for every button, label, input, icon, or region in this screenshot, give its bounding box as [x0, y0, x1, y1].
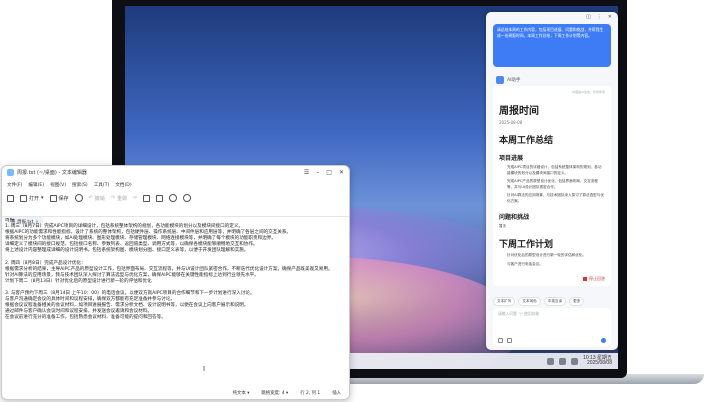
insert-mode: 插入: [332, 391, 341, 396]
maximize-icon[interactable]: □: [326, 169, 332, 176]
undo-icon: ↶: [88, 195, 93, 201]
stop-answer-button[interactable]: 停止回答: [583, 276, 605, 282]
plan-item: 针对优化后的原型设计进行新一轮的评估和优化。: [507, 253, 587, 258]
issues-heading: 问题和挑战: [499, 213, 530, 221]
progress-item: 完成AIPC项目的详细设计，包括系统整体架构的规划、各功能模块的划分以及模块间接…: [507, 165, 602, 175]
stop-answer-label: 停止回答: [589, 276, 605, 281]
tray-icon[interactable]: [559, 357, 567, 365]
editor-toolbar: 打开 ▾ 保存 ↶ 撤销 ↷ 重做 ✂: [2, 191, 349, 205]
replace-icon[interactable]: [183, 194, 192, 202]
ai-generated-hint: 内容由AI生成，仅供参考: [572, 90, 605, 94]
report-date: 2025-08-08: [499, 120, 523, 125]
open-label: 打开: [29, 195, 40, 202]
new-file-icon[interactable]: [7, 194, 14, 202]
document-tabs: ▤ 周报.txt ✕: [2, 207, 349, 227]
cursor-position: 行 2, 列 1: [300, 391, 321, 396]
text-line: 根据需求分析的结果，主导AIPC产品的原型设计工作，包括界面布局、交互流程等，并…: [5, 266, 333, 272]
open-button[interactable]: 打开 ▾: [20, 194, 44, 202]
globe-icon[interactable]: [74, 194, 83, 202]
text-area[interactable]: 周报 1. 周三（8月7日）完成AIPC项目的详细设计，包括系统整体架构的规划，…: [5, 218, 348, 386]
minimize-icon[interactable]: –: [316, 169, 319, 176]
send-icon[interactable]: [601, 338, 606, 343]
text-line: 在会议前进行充分的准备工作，包括熟悉会议材料、准备可能的提问和回答等。: [5, 315, 166, 321]
text-editor-window: 周报.txt (~/桌面) - 文本编辑器 ☰ – □ ✕ 文件(F) 编辑(E…: [1, 165, 350, 400]
redo-button[interactable]: ↷ 重做: [111, 195, 127, 202]
ai-response-card: 内容由AI生成，仅供参考 周报时间 2025-08-08 本周工作总结 项目进展…: [493, 86, 611, 286]
ai-question-input[interactable]: 请输入问题 "/" 使用技能: [493, 308, 611, 346]
dock-icon[interactable]: ◫: [586, 14, 591, 22]
save-label: 保存: [58, 195, 69, 202]
assistant-label: AI助手: [496, 76, 520, 84]
window-controls: ☰ – □ ✕: [304, 169, 344, 176]
redo-icon: ↷: [110, 195, 115, 201]
search-icon[interactable]: [169, 194, 178, 202]
menu-view[interactable]: 视图(V): [50, 182, 66, 188]
skill-chips: 文本扩写 文本润色 中英互译 更多: [493, 297, 613, 306]
save-button[interactable]: 保存: [49, 194, 69, 202]
chip-polish[interactable]: 文本润色: [518, 297, 541, 306]
taskbar-clock[interactable]: 10:13 星期五 2025/08/08: [583, 356, 612, 366]
progress-item: 针对AI算法的应用场景，与技术团队深入探讨了算法选型与优化方案。: [507, 193, 604, 203]
assistant-avatar-icon: [496, 76, 504, 84]
editor-titlebar[interactable]: 周报.txt (~/桌面) - 文本编辑器 ☰ – □ ✕: [2, 166, 349, 179]
assistant-name: AI助手: [507, 78, 521, 83]
text-cursor-icon: I: [203, 365, 206, 373]
chip-expand[interactable]: 文本扩写: [493, 297, 516, 306]
save-icon: [49, 194, 57, 202]
tray-icon[interactable]: [571, 357, 579, 365]
menu-file[interactable]: 文件(F): [7, 182, 22, 188]
folder-icon: [20, 194, 27, 202]
image-icon[interactable]: [498, 338, 503, 343]
issues-text: 暂无: [499, 223, 507, 228]
tray-icon[interactable]: [547, 357, 555, 365]
text-editor-app-icon: [7, 169, 14, 176]
window-title: 周报.txt (~/桌面) - 文本编辑器: [17, 170, 87, 176]
chip-translate[interactable]: 中英互译: [543, 297, 567, 306]
progress-heading: 项目进展: [499, 155, 524, 162]
attach-icon[interactable]: [507, 338, 512, 343]
report-title: 周报时间: [499, 106, 539, 117]
plan-heading: 下周工作计划: [499, 240, 554, 251]
cut-icon[interactable]: ✂: [133, 195, 137, 201]
input-tools: [498, 338, 512, 343]
ai-panel-controls: ◫ ⋮ ✕: [486, 12, 618, 22]
status-bar: 纯文本 ▾ 跳格宽度: 4 ▾ 行 2, 列 1 插入: [2, 387, 349, 399]
chip-more[interactable]: 更多: [569, 297, 585, 306]
progress-item: 完成AIPC产品的原型设计优化，包括界面布局、交互流程等，并与UI设计团队紧密合…: [507, 179, 598, 189]
close-icon[interactable]: ✕: [339, 169, 344, 176]
close-icon[interactable]: ✕: [608, 14, 612, 22]
menu-icon[interactable]: ☰: [304, 169, 309, 176]
undo-button[interactable]: ↶ 撤销: [89, 195, 105, 202]
menu-bar: 文件(F) 编辑(E) 视图(V) 搜索(S) 工具(T) 文档(D): [2, 180, 349, 190]
menu-documents[interactable]: 文档(D): [115, 182, 131, 188]
menu-edit[interactable]: 编辑(E): [28, 182, 44, 188]
user-prompt-bubble: 请总结本周的工作内容，包括项目进展、问题和挑战，并帮我生成一份周报时间，本周工作…: [493, 24, 611, 67]
more-icon[interactable]: ⋮: [597, 14, 602, 22]
menu-tools[interactable]: 工具(T): [94, 182, 110, 188]
tab-width-selector[interactable]: 跳格宽度: 4 ▾: [261, 390, 288, 396]
copy-icon[interactable]: [143, 194, 151, 202]
summary-heading: 本周工作总结: [499, 136, 554, 146]
paste-icon[interactable]: [156, 194, 164, 202]
ai-assistant-panel: ◫ ⋮ ✕ 请总结本周的工作内容，包括项目进展、问题和挑战，并帮我生成一份周报时…: [486, 12, 618, 350]
stop-icon: [583, 277, 587, 281]
plan-item: 与客户进行电话会议。: [507, 261, 543, 266]
menu-search[interactable]: 搜索(S): [72, 182, 88, 188]
undo-label: 撤销: [94, 195, 105, 202]
chevron-down-icon: ▾: [41, 195, 44, 201]
redo-label: 重做: [116, 195, 127, 202]
clock-date: 2025/08/08: [586, 360, 612, 366]
input-placeholder: 请输入问题 "/" 使用技能: [498, 311, 540, 316]
syntax-selector[interactable]: 纯文本 ▾: [233, 390, 250, 396]
